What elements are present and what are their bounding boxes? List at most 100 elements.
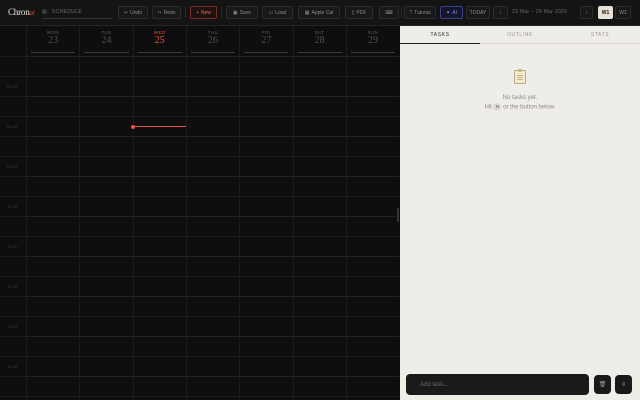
new-button[interactable]: + New bbox=[190, 6, 217, 19]
add-task-input[interactable]: Add task... bbox=[406, 374, 589, 395]
date-range-label: 23 Mar – 29 Mar 2026 bbox=[512, 9, 568, 15]
gutter-line bbox=[0, 276, 26, 277]
next-week-button[interactable]: › bbox=[580, 6, 593, 19]
prev-week-button[interactable]: ‹ bbox=[493, 6, 508, 19]
schedule-title-text: SCHEDULE bbox=[51, 9, 83, 15]
undo-button[interactable]: ↩ Undo bbox=[118, 6, 148, 19]
day-date: 23 bbox=[48, 35, 59, 46]
pdf-button[interactable]: ▯ PDF bbox=[345, 6, 373, 19]
panel-resize-handle[interactable] bbox=[397, 208, 399, 222]
delete-tasks-button[interactable]: 🗑 bbox=[594, 375, 611, 394]
load-button[interactable]: ▭ Load bbox=[262, 6, 293, 19]
grid-line bbox=[26, 156, 399, 157]
brand-name: Chron bbox=[8, 7, 30, 17]
apple-cal-label: Apple Cal bbox=[311, 9, 334, 16]
pdf-label: PDF bbox=[356, 9, 367, 16]
day-column-sun[interactable] bbox=[345, 56, 399, 400]
toolbar-divider bbox=[221, 7, 222, 18]
grid-line bbox=[26, 296, 399, 297]
task-menu-button[interactable]: ≡ bbox=[615, 375, 632, 394]
gutter-line bbox=[0, 356, 26, 357]
grid-line bbox=[26, 176, 399, 177]
day-header-mon[interactable]: MON 23 bbox=[26, 26, 79, 56]
gutter-line bbox=[0, 396, 26, 397]
day-header-fri[interactable]: FRI 27 bbox=[239, 26, 292, 56]
save-label: Save bbox=[239, 9, 252, 16]
day-header-sun[interactable]: SUN 29 bbox=[345, 26, 399, 56]
view-w2-label: W2 bbox=[619, 9, 627, 16]
day-column-fri[interactable] bbox=[239, 56, 292, 400]
clipboard-icon bbox=[514, 69, 526, 84]
grid-line bbox=[26, 96, 399, 97]
new-label: New bbox=[200, 9, 211, 16]
time-label: 09:00 bbox=[7, 164, 18, 169]
save-button[interactable]: ▣ Save bbox=[226, 6, 258, 19]
tab-outline[interactable]: OUTLINE bbox=[480, 26, 560, 44]
day-date: 28 bbox=[314, 35, 325, 46]
gutter-line bbox=[0, 376, 26, 377]
redo-icon: ↪ bbox=[157, 9, 162, 16]
empty-title: No tasks yet. bbox=[502, 95, 538, 101]
day-header-thu[interactable]: THU 26 bbox=[185, 26, 239, 56]
pdf-icon: ▯ bbox=[351, 9, 355, 16]
day-header-underline bbox=[31, 52, 76, 53]
redo-button[interactable]: ↪ Redo bbox=[152, 6, 181, 19]
toolbar-divider bbox=[185, 7, 186, 18]
day-header-underline bbox=[84, 52, 129, 53]
day-column-sat[interactable] bbox=[292, 56, 346, 400]
brand-accent: ai bbox=[29, 9, 35, 17]
grid-line bbox=[26, 376, 399, 377]
ai-label: AI bbox=[452, 9, 457, 16]
today-button[interactable]: TODAY bbox=[466, 6, 490, 19]
tab-tasks[interactable]: TASKS bbox=[400, 26, 480, 44]
day-column-thu[interactable] bbox=[185, 56, 239, 400]
apple-cal-button[interactable]: ▦ Apple Cal bbox=[298, 6, 340, 19]
tab-stats[interactable]: STATS bbox=[560, 26, 640, 44]
shortcut-key-badge: N bbox=[493, 103, 502, 111]
week-calendar[interactable]: MON 23 TUE 24 WED 25 THU 26 FRI 27 SAT 28 SUN 29 07:00… bbox=[0, 26, 399, 400]
day-header-underline bbox=[190, 52, 236, 53]
view-w2-toggle[interactable]: W2 bbox=[615, 6, 631, 19]
day-header-underline bbox=[244, 52, 289, 53]
view-w1-toggle[interactable]: W1 bbox=[598, 6, 613, 19]
gutter-line bbox=[0, 216, 26, 217]
help-icon: ? bbox=[409, 9, 413, 16]
sparkle-icon: ✦ bbox=[446, 9, 451, 16]
day-header-wed[interactable]: WED 25 bbox=[132, 26, 186, 56]
gutter-line bbox=[0, 196, 26, 197]
empty-hint-suffix: or the button below. bbox=[503, 104, 556, 111]
view-w1-label: W1 bbox=[601, 9, 610, 16]
time-label: 08:00 bbox=[7, 124, 18, 129]
day-header-underline bbox=[350, 52, 396, 53]
day-header-tue[interactable]: TUE 24 bbox=[79, 26, 132, 56]
grid-line bbox=[26, 56, 399, 57]
day-column-tue[interactable] bbox=[79, 56, 132, 400]
schedule-title-field[interactable]: ▤ SCHEDULE bbox=[42, 6, 112, 19]
time-label: 11:00 bbox=[7, 244, 17, 249]
gutter-line bbox=[0, 76, 26, 77]
empty-hint: Hit N or the button below. bbox=[400, 103, 640, 111]
grid-line bbox=[26, 356, 399, 357]
grid-line bbox=[26, 116, 399, 117]
empty-hint-prefix: Hit bbox=[484, 104, 492, 111]
ai-button[interactable]: ✦ AI bbox=[440, 6, 463, 19]
time-label: 13:00 bbox=[7, 324, 18, 329]
gutter-line bbox=[0, 296, 26, 297]
toolbar-divider bbox=[401, 7, 402, 18]
calendar-icon: ▦ bbox=[304, 9, 310, 16]
day-date: 26 bbox=[208, 35, 219, 46]
day-column-mon[interactable] bbox=[26, 56, 79, 400]
keyboard-shortcuts-button[interactable]: ⌨ bbox=[379, 6, 399, 19]
day-header-underline bbox=[297, 52, 342, 53]
gutter-line bbox=[0, 236, 26, 237]
day-date: 24 bbox=[101, 35, 112, 46]
gutter-line bbox=[0, 256, 26, 257]
current-time-line bbox=[132, 126, 186, 127]
day-column-wed[interactable] bbox=[132, 56, 186, 400]
gutter-line bbox=[0, 336, 26, 337]
tutorial-button[interactable]: ? Tutorial bbox=[404, 6, 436, 19]
day-header-underline bbox=[137, 52, 182, 53]
day-header-sat[interactable]: SAT 28 bbox=[292, 26, 346, 56]
gutter-line bbox=[0, 176, 26, 177]
time-label: 10:00 bbox=[7, 204, 18, 209]
